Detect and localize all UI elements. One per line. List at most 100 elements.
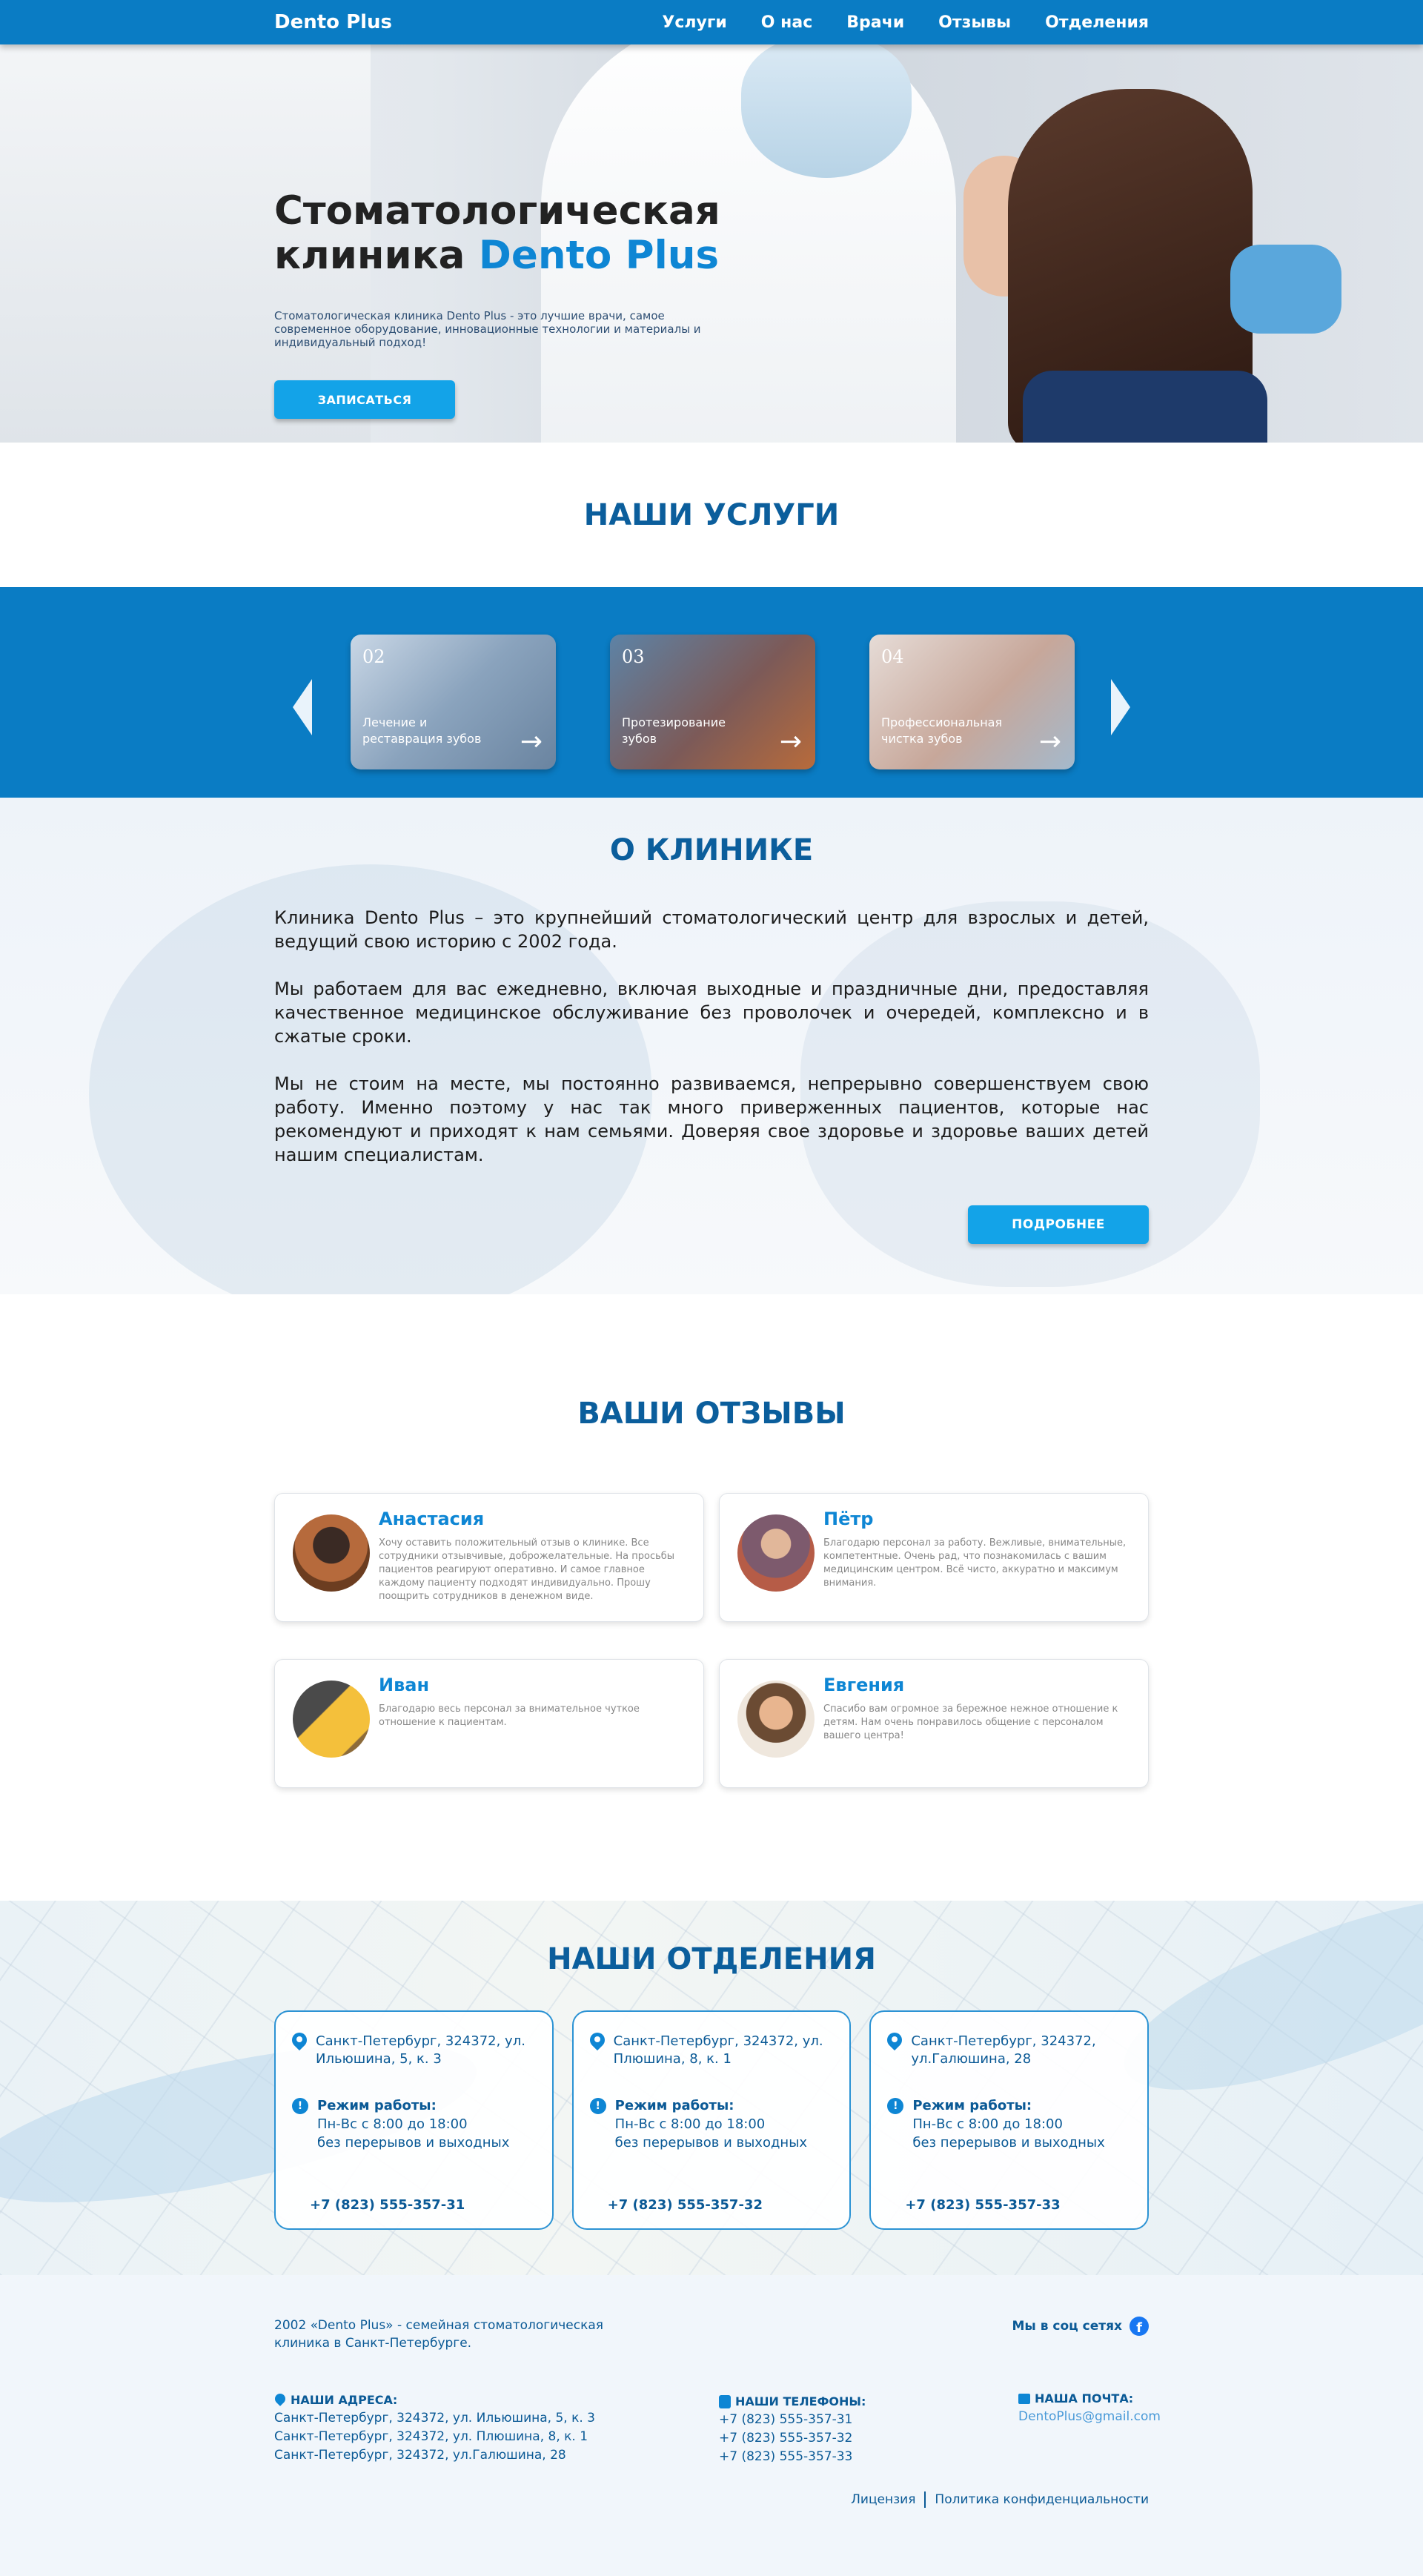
hours-line: без перерывов и выходных: [912, 2135, 1105, 2150]
phones-heading: НАШИ ТЕЛЕФОНЫ:: [735, 2394, 866, 2408]
hero-title-line2: клиника: [274, 233, 479, 278]
review-text: Хочу оставить положительный отзыв о клин…: [379, 1537, 675, 1602]
hero-photo-glove: [1230, 245, 1341, 334]
about-paragraph: Мы не стоим на месте, мы постоянно разви…: [274, 1073, 1149, 1165]
branches-title: НАШИ ОТДЕЛЕНИЯ: [547, 1942, 876, 1976]
service-card[interactable]: 03 Протезирование зубов →: [610, 635, 815, 769]
review-text: Спасибо вам огромное за бережное нежное …: [823, 1703, 1118, 1741]
avatar: [293, 1681, 370, 1758]
mail-heading: НАША ПОЧТА:: [1035, 2391, 1134, 2406]
info-icon: !: [887, 2098, 904, 2114]
hours-line: Пн-Вс с 8:00 до 18:00: [614, 2116, 766, 2132]
service-card-label: Профессиональная чистка зубов: [881, 715, 1003, 746]
hero-title-accent: Dento Plus: [478, 233, 720, 278]
arrow-right-icon: →: [520, 726, 543, 757]
branch-card: Санкт-Петербург, 324372, ул. Ильюшина, 5…: [274, 2010, 554, 2230]
service-card-number: 04: [881, 646, 904, 667]
arrow-right-icon: →: [779, 726, 802, 757]
nav-link-reviews[interactable]: Отзывы: [938, 13, 1011, 32]
branch-phone-link[interactable]: +7 (823) 555-357-32: [608, 2197, 763, 2213]
service-card[interactable]: 02 Лечение и реставрация зубов →: [351, 635, 556, 769]
services-section: НАШИ УСЛУГИ 02 Лечение и реставрация зуб…: [0, 443, 1423, 798]
privacy-link[interactable]: Политика конфиденциальности: [935, 2492, 1149, 2507]
services-slider-band: 02 Лечение и реставрация зубов → 03 Прот…: [0, 587, 1423, 798]
branch-address: Санкт-Петербург, 324372, ул.Галюшина, 28: [911, 2033, 1096, 2067]
about-section: О КЛИНИКЕ Клиника Dento Plus – это крупн…: [0, 798, 1423, 1294]
about-paragraph: Мы работаем для вас ежедневно, включая в…: [274, 979, 1149, 1047]
branch-phone-link[interactable]: +7 (823) 555-357-31: [310, 2197, 465, 2213]
footer-about: 2002 «Dento Plus» - семейная стоматологи…: [274, 2318, 604, 2351]
location-pin-icon: [887, 2033, 902, 2052]
arrow-right-icon: →: [1038, 726, 1061, 757]
nav-link-services[interactable]: Услуги: [662, 13, 726, 32]
services-title: НАШИ УСЛУГИ: [583, 497, 840, 532]
hours-label: Режим работы:: [614, 2098, 734, 2113]
hours-label: Режим работы:: [317, 2098, 437, 2113]
location-pin-icon: [274, 2394, 286, 2407]
branch-card: Санкт-Петербург, 324372, ул.Галюшина, 28…: [869, 2010, 1150, 2230]
hero-title: Стоматологическая клиника Dento Plus: [274, 189, 720, 278]
about-text: Клиника Dento Plus – это крупнейший стом…: [274, 906, 1149, 1167]
nav-link-branches[interactable]: Отделения: [1045, 13, 1149, 32]
review-author: Пётр: [823, 1509, 874, 1529]
footer-mail: НАША ПОЧТА: DentoPlus@gmail.com: [1018, 2389, 1161, 2426]
review-text: Благодарю весь персонал за внимательное …: [379, 1703, 640, 1728]
branch-phone-link[interactable]: +7 (823) 555-357-33: [905, 2197, 1060, 2213]
avatar: [293, 1514, 370, 1592]
hours-line: без перерывов и выходных: [614, 2135, 808, 2150]
hours-line: Пн-Вс с 8:00 до 18:00: [317, 2116, 468, 2132]
nav-link-about[interactable]: О нас: [761, 13, 812, 32]
branches-section: НАШИ ОТДЕЛЕНИЯ Санкт-Петербург, 324372, …: [0, 1901, 1423, 2275]
main-menu: Услуги О нас Врачи Отзывы Отделения: [662, 13, 1149, 32]
top-navbar: Dento Plus Услуги О нас Врачи Отзывы Отд…: [0, 0, 1423, 44]
footer: 2002 «Dento Plus» - семейная стоматологи…: [0, 2275, 1423, 2576]
hours-label: Режим работы:: [912, 2098, 1032, 2113]
service-card-label: Протезирование зубов: [622, 715, 726, 746]
footer-phones: НАШИ ТЕЛЕФОНЫ: +7 (823) 555-357-31 +7 (8…: [719, 2392, 866, 2466]
addresses-heading: НАШИ АДРЕСА:: [291, 2393, 398, 2407]
info-icon: !: [589, 2098, 606, 2114]
service-card-label: Лечение и реставрация зубов: [362, 715, 482, 746]
footer-phone-link[interactable]: +7 (823) 555-357-32: [719, 2429, 866, 2448]
envelope-icon: [1018, 2393, 1030, 2404]
hours-line: без перерывов и выходных: [317, 2135, 510, 2150]
nav-link-doctors[interactable]: Врачи: [846, 13, 904, 32]
signup-button[interactable]: ЗАПИСАТЬСЯ: [274, 380, 455, 419]
review-card: Иван Благодарю весь персонал за внимател…: [274, 1659, 704, 1788]
location-pin-icon: [590, 2033, 605, 2052]
review-card: Пётр Благодарю персонал за работу. Вежли…: [719, 1493, 1149, 1622]
service-card-number: 02: [362, 646, 385, 667]
hero-description: Стоматологическая клиника Dento Plus - э…: [274, 309, 701, 349]
branch-card: Санкт-Петербург, 324372, ул. Плюшина, 8,…: [571, 2010, 852, 2230]
service-card[interactable]: 04 Профессиональная чистка зубов →: [869, 635, 1075, 769]
avatar: [737, 1681, 815, 1758]
footer-address: Санкт-Петербург, 324372, ул.Галюшина, 28: [274, 2448, 566, 2463]
review-text: Благодарю персонал за работу. Вежливые, …: [823, 1537, 1127, 1589]
facebook-icon[interactable]: f: [1130, 2317, 1149, 2336]
footer-email-link[interactable]: DentoPlus@gmail.com: [1018, 2409, 1161, 2424]
slider-prev-arrow-icon[interactable]: [293, 679, 312, 735]
footer-address: Санкт-Петербург, 324372, ул. Плюшина, 8,…: [274, 2429, 588, 2444]
branch-address: Санкт-Петербург, 324372, ул. Плюшина, 8,…: [613, 2033, 823, 2067]
avatar: [737, 1514, 815, 1592]
hours-line: Пн-Вс с 8:00 до 18:00: [912, 2116, 1063, 2132]
footer-addresses: НАШИ АДРЕСА: Санкт-Петербург, 324372, ул…: [274, 2391, 595, 2465]
footer-phone-link[interactable]: +7 (823) 555-357-33: [719, 2448, 866, 2466]
reviews-section: ВАШИ ОТЗЫВЫ Анастасия Хочу оставить поло…: [0, 1294, 1423, 1901]
service-card-number: 03: [622, 646, 645, 667]
footer-phone-link[interactable]: +7 (823) 555-357-31: [719, 2411, 866, 2429]
more-button[interactable]: ПОДРОБНЕЕ: [968, 1205, 1149, 1244]
review-author: Анастасия: [379, 1509, 485, 1529]
footer-social: Мы в соц сетях f: [1012, 2317, 1149, 2336]
reviews-title: ВАШИ ОТЗЫВЫ: [577, 1397, 846, 1431]
hero-title-line1: Стоматологическая: [274, 188, 720, 234]
info-icon: !: [292, 2098, 308, 2114]
slider-next-arrow-icon[interactable]: [1111, 679, 1130, 735]
phone-icon: [719, 2394, 731, 2408]
divider: [924, 2491, 926, 2508]
services-slider: 02 Лечение и реставрация зубов → 03 Прот…: [293, 635, 1130, 769]
license-link[interactable]: Лицензия: [851, 2492, 915, 2507]
about-title: О КЛИНИКЕ: [609, 833, 814, 867]
logo[interactable]: Dento Plus: [274, 11, 392, 33]
review-author: Иван: [379, 1675, 430, 1695]
